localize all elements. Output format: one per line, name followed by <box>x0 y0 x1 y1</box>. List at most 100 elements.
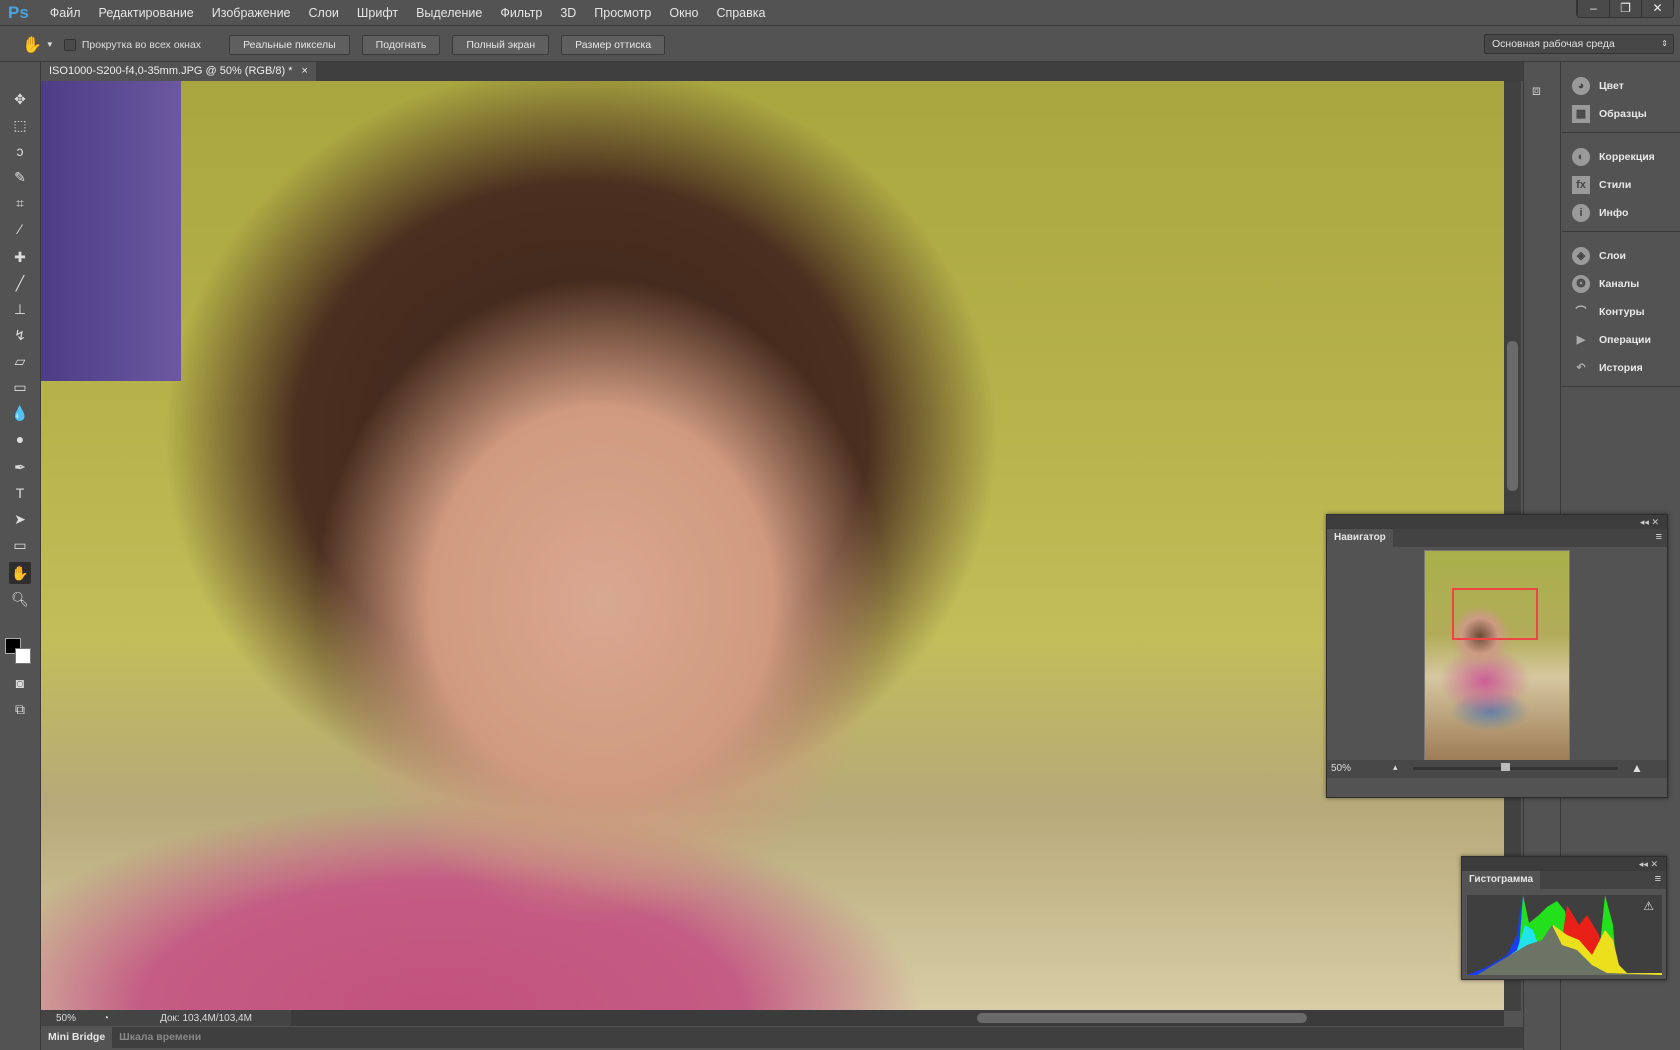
status-info-icon[interactable]: ◔ <box>91 1013 121 1024</box>
tools-panel: ✥ ⬚ ↄ ✎ ⌗ ⁄ ✚ ╱ ⊥ ↯ ▱ ▭ 💧 ● ✒ T ➤ ▭ ✋ 🔍︎… <box>0 62 41 1050</box>
restore-icon[interactable]: ❐ <box>1609 0 1641 17</box>
tab-timeline[interactable]: Шкала времени <box>112 1027 208 1048</box>
healing-tool-icon[interactable]: ✚ <box>9 246 31 268</box>
menu-select[interactable]: Выделение <box>407 6 491 20</box>
navigator-tab[interactable]: Навигатор <box>1327 529 1393 547</box>
dock-item-layers[interactable]: ◈ Слои <box>1562 242 1680 270</box>
close-panel-icon[interactable]: ✕ <box>1651 517 1659 527</box>
close-tab-icon[interactable]: × <box>301 65 307 77</box>
history-brush-tool-icon[interactable]: ↯ <box>9 324 31 346</box>
menu-edit[interactable]: Редактирование <box>90 6 203 20</box>
actual-pixels-button[interactable]: Реальные пикселы <box>229 34 350 55</box>
document-tab-title: ISO1000-S200-f4,0-35mm.JPG @ 50% (RGB/8)… <box>49 65 293 77</box>
dock-item-history[interactable]: ↶ История <box>1562 354 1680 382</box>
horizontal-scrollbar[interactable] <box>291 1010 1504 1026</box>
menu-image[interactable]: Изображение <box>203 6 300 20</box>
dock-item-actions[interactable]: ▶ Операции <box>1562 326 1680 354</box>
close-icon[interactable]: ✕ <box>1641 0 1673 17</box>
dock-item-paths[interactable]: ⌒ Контуры <box>1562 298 1680 326</box>
dock-item-color[interactable]: ◕ Цвет <box>1562 72 1680 100</box>
marquee-tool-icon[interactable]: ⬚ <box>9 114 31 136</box>
type-tool-icon[interactable]: T <box>9 482 31 504</box>
blur-tool-icon[interactable]: 💧 <box>9 402 31 424</box>
panel-header[interactable]: ◂◂ ✕ <box>1327 515 1667 529</box>
move-tool-icon[interactable]: ✥ <box>9 88 31 110</box>
shape-tool-icon[interactable]: ▭ <box>9 534 31 556</box>
zoom-tool-icon[interactable]: 🔍︎ <box>9 588 31 610</box>
zoom-in-icon[interactable]: ▲ <box>1631 761 1643 775</box>
dock-label: Контуры <box>1599 306 1645 318</box>
menu-help[interactable]: Справка <box>707 6 774 20</box>
eyedropper-tool-icon[interactable]: ⁄ <box>9 218 31 240</box>
menu-type[interactable]: Шрифт <box>348 6 407 20</box>
workspace-select[interactable]: Основная рабочая среда ⇕ <box>1484 34 1674 54</box>
dock-label: Каналы <box>1599 278 1640 290</box>
eraser-tool-icon[interactable]: ▱ <box>9 350 31 372</box>
crop-tool-icon[interactable]: ⌗ <box>9 192 31 214</box>
menu-view[interactable]: Просмотр <box>585 6 660 20</box>
menu-3d[interactable]: 3D <box>551 6 585 20</box>
screen-mode-icon[interactable]: ⧉ <box>9 698 31 720</box>
panel-header[interactable]: ◂◂ ✕ <box>1462 857 1666 871</box>
dock-label: Слои <box>1599 250 1626 262</box>
navigator-thumbnail[interactable] <box>1424 550 1570 762</box>
tool-preset-dropdown[interactable]: ▼ <box>46 40 54 49</box>
panel-menu-icon[interactable]: ≡ <box>1655 873 1661 885</box>
menu-filter[interactable]: Фильтр <box>491 6 551 20</box>
scroll-all-windows-label: Прокрутка во всех окнах <box>81 38 202 51</box>
zoom-level[interactable]: 50% <box>41 1013 91 1024</box>
dock-item-styles[interactable]: fx Стили <box>1562 171 1680 199</box>
menu-bar: Ps Файл Редактирование Изображение Слои … <box>0 0 1680 26</box>
menu-file[interactable]: Файл <box>41 6 90 20</box>
zoom-slider-thumb[interactable] <box>1501 763 1511 771</box>
adjustments-icon: ◐ <box>1572 148 1590 166</box>
close-panel-icon[interactable]: ✕ <box>1650 859 1658 869</box>
3d-panel-icon[interactable]: ⧈ <box>1532 82 1560 99</box>
hand-tool-icon[interactable]: ✋ <box>22 35 42 55</box>
stamp-tool-icon[interactable]: ⊥ <box>9 298 31 320</box>
dock-item-channels[interactable]: ❂ Каналы <box>1562 270 1680 298</box>
minimize-icon[interactable]: – <box>1577 0 1609 17</box>
dock-label: Операции <box>1599 334 1651 346</box>
bottom-panel-tabs: Mini Bridge Шкала времени <box>41 1027 1523 1048</box>
collapse-icon[interactable]: ◂◂ <box>1640 517 1649 527</box>
navigator-zoom-field[interactable]: 50% <box>1331 763 1351 774</box>
dock-label: Цвет <box>1599 80 1624 92</box>
quick-mask-icon[interactable]: ◙ <box>9 672 31 694</box>
pen-tool-icon[interactable]: ✒ <box>9 456 31 478</box>
dock-item-swatches[interactable]: ▦ Образцы <box>1562 100 1680 128</box>
histogram-tab[interactable]: Гистограмма <box>1462 871 1541 889</box>
menu-layers[interactable]: Слои <box>300 6 348 20</box>
document-tab[interactable]: ISO1000-S200-f4,0-35mm.JPG @ 50% (RGB/8)… <box>41 62 316 81</box>
quick-select-tool-icon[interactable]: ✎ <box>9 166 31 188</box>
view-area-box[interactable] <box>1452 588 1538 640</box>
warning-icon[interactable]: ⚠ <box>1643 899 1654 913</box>
scroll-all-windows-checkbox[interactable] <box>63 38 76 51</box>
collapse-icon[interactable]: ◂◂ <box>1639 859 1648 869</box>
tab-mini-bridge[interactable]: Mini Bridge <box>41 1027 113 1048</box>
dodge-tool-icon[interactable]: ● <box>9 428 31 450</box>
background-color-swatch[interactable] <box>15 648 31 664</box>
zoom-out-icon[interactable]: ▴ <box>1393 762 1398 773</box>
brush-tool-icon[interactable]: ╱ <box>9 272 31 294</box>
menu-window[interactable]: Окно <box>660 6 707 20</box>
dock-item-info[interactable]: i Инфо <box>1562 199 1680 227</box>
history-icon: ↶ <box>1576 362 1586 374</box>
dock-label: Коррекция <box>1599 151 1655 163</box>
panel-menu-icon[interactable]: ≡ <box>1656 531 1662 543</box>
print-size-button[interactable]: Размер оттиска <box>561 34 666 55</box>
status-bar: 50% ◔ Док: 103,4M/103,4M ▶ <box>41 1010 1504 1026</box>
fit-screen-button[interactable]: Подогнать <box>361 34 441 55</box>
options-bar: ✋ ▼ Прокрутка во всех окнах Реальные пик… <box>0 28 1680 62</box>
horizontal-scroll-thumb[interactable] <box>977 1013 1307 1023</box>
dock-item-adjustments[interactable]: ◐ Коррекция <box>1562 143 1680 171</box>
hand-tool-selected-icon[interactable]: ✋ <box>9 562 31 584</box>
photoshop-logo: Ps <box>8 2 29 22</box>
gradient-tool-icon[interactable]: ▭ <box>9 376 31 398</box>
vertical-scroll-thumb[interactable] <box>1507 341 1518 491</box>
zoom-slider[interactable] <box>1413 763 1618 771</box>
fill-screen-button[interactable]: Полный экран <box>452 34 550 55</box>
lasso-tool-icon[interactable]: ↄ <box>9 140 31 162</box>
path-select-tool-icon[interactable]: ➤ <box>9 508 31 530</box>
image-canvas[interactable] <box>41 81 1504 1011</box>
